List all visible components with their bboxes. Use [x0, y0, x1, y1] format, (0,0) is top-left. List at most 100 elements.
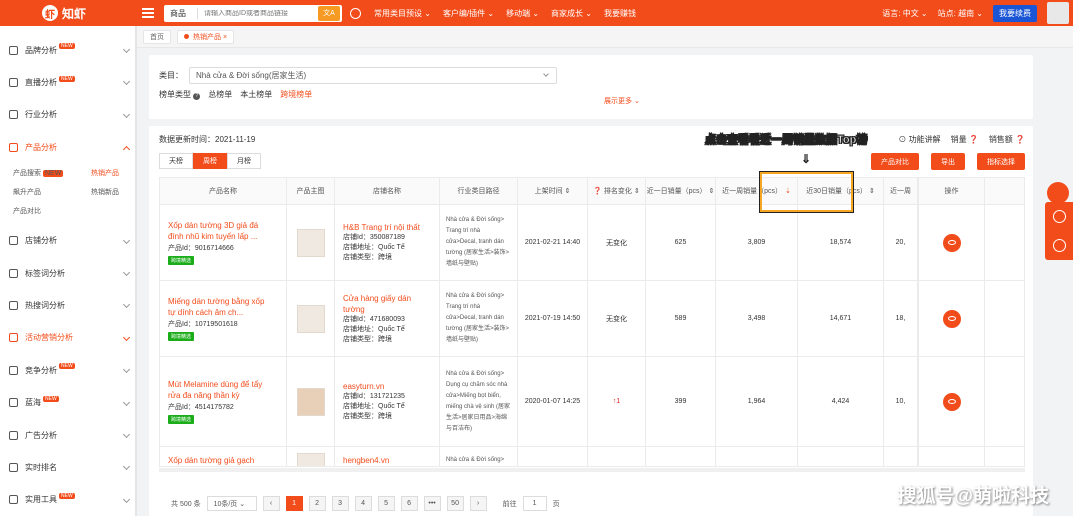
sidebar-item-marketing-analysis[interactable]: 活动营销分析	[0, 322, 137, 354]
sidebar-item-competition[interactable]: 竞争分析 NEW	[0, 354, 137, 386]
view-detail-button[interactable]	[942, 233, 961, 252]
page-button-1[interactable]: 1	[285, 496, 303, 511]
language-select[interactable]: 语言: 中文 ⌄	[882, 8, 927, 19]
period-month[interactable]: 月榜	[227, 153, 261, 169]
submenu-rising-products[interactable]: 飙升产品	[13, 183, 91, 202]
product-title-link[interactable]: Mút Melamine dùng để tẩy rửa đa năng thầ…	[168, 379, 274, 401]
product-title-link[interactable]: Xốp dán tường 3D giả đá đính nhũ kim tuy…	[168, 220, 274, 242]
send-icon[interactable]	[1052, 239, 1066, 252]
new-badge: NEW	[59, 43, 75, 50]
col-day-sales[interactable]: 近一日销量（pcs） ⇕	[646, 178, 716, 204]
nav-client-plugin[interactable]: 客户编/插件 ⌄	[443, 8, 494, 19]
period-day[interactable]: 天榜	[159, 153, 193, 169]
logo[interactable]: 虾 知虾	[0, 0, 120, 26]
sidebar-item-shop-analysis[interactable]: 店铺分析	[0, 225, 137, 257]
renew-button[interactable]: 我要续费	[993, 4, 1037, 22]
tab-home[interactable]: 首页	[143, 29, 171, 44]
results-panel: 数据更新时间：2021-11-19 ⊙ 功能讲解 销量 ❓ 销售额 ❓ 天榜 周…	[149, 126, 1033, 516]
period-week[interactable]: 周榜	[193, 153, 227, 169]
crossborder-tag: 跨境精选	[168, 256, 195, 265]
page-button-4[interactable]: 4	[354, 496, 372, 511]
shop-name-link[interactable]: hengben4.vn	[343, 455, 433, 466]
robot-assistant-icon[interactable]	[1047, 182, 1069, 204]
product-title-link[interactable]: Xốp dán tường giả gạch	[168, 455, 274, 466]
sales-volume-help[interactable]: 销量 ❓	[951, 134, 979, 145]
page-button-6[interactable]: 6	[400, 496, 418, 511]
day-sales: 589	[646, 281, 716, 356]
product-thumbnail[interactable]	[296, 453, 325, 466]
submenu-hot-products[interactable]: 热销产品	[91, 164, 141, 183]
avatar[interactable]	[1047, 2, 1069, 24]
table-horizontal-scrollbar[interactable]	[159, 468, 1025, 472]
sidebar-item-label: 活动营销分析	[25, 333, 73, 343]
goto-page-input[interactable]: 1	[522, 496, 547, 511]
view-detail-button[interactable]	[942, 392, 961, 411]
chevron-down-icon	[122, 268, 131, 276]
col-rank-change[interactable]: ❓ 排名变化 ⇕	[588, 178, 646, 204]
page-size-select[interactable]: 10条/页 ⌄	[206, 496, 257, 511]
sidebar-scrollbar[interactable]	[135, 26, 137, 516]
sidebar-item-tools[interactable]: 实用工具 NEW	[0, 484, 137, 516]
col-listing-time[interactable]: 上架时间 ⇕	[518, 178, 588, 204]
search-icon	[9, 301, 18, 311]
search-input[interactable]	[198, 9, 318, 17]
metric-select-button[interactable]: 指标选择	[977, 153, 1025, 170]
page-button-50[interactable]: 50	[446, 496, 464, 511]
eye-icon	[947, 240, 956, 245]
page-ellipsis[interactable]: •••	[423, 496, 441, 511]
nav-earn-money[interactable]: 我要赚钱	[604, 8, 636, 19]
sidebar-item-tag-analysis[interactable]: 标签词分析	[0, 257, 137, 289]
rank-type-local[interactable]: 本土榜单	[240, 89, 272, 100]
submenu-product-search[interactable]: 产品搜索 NEW	[13, 164, 91, 183]
nav-mobile[interactable]: 移动端 ⌄	[506, 8, 539, 19]
chat-icon[interactable]	[1052, 210, 1066, 223]
shop-address: 店铺地址：Quốc Tế	[343, 403, 405, 410]
page-button-2[interactable]: 2	[308, 496, 326, 511]
next-page-button[interactable]: ›	[469, 496, 487, 511]
submenu-hot-new-products[interactable]: 热销新品	[91, 183, 141, 202]
sidebar-item-live-analysis[interactable]: 直播分析 NEW	[0, 66, 137, 98]
product-table: 产品名称 产品主图 店铺名称 行业类目路径 上架时间 ⇕ ❓ 排名变化 ⇕ 近一…	[159, 177, 1025, 467]
hamburger-menu-icon[interactable]	[142, 8, 154, 18]
show-more-link[interactable]: 展示更多 ⌄	[604, 96, 640, 106]
sidebar-item-industry-analysis[interactable]: 行业分析	[0, 99, 137, 131]
shop-name-link[interactable]: easyturn.vn	[343, 381, 433, 392]
export-button[interactable]: 导出	[931, 153, 965, 170]
page-button-5[interactable]: 5	[377, 496, 395, 511]
translate-button[interactable]: 文A	[318, 5, 340, 21]
search-button[interactable]	[344, 5, 366, 22]
search-category-select[interactable]: 商品	[164, 7, 198, 19]
week-sales-extra: 10,	[884, 357, 918, 446]
col-actions: 操作	[918, 178, 985, 204]
chevron-down-icon	[122, 333, 131, 341]
submenu-product-compare[interactable]: 产品对比	[13, 202, 91, 221]
view-detail-button[interactable]	[942, 309, 961, 328]
nav-category-preset[interactable]: 常用类目预设 ⌄	[374, 8, 431, 19]
compare-button[interactable]: 产品对比	[871, 153, 919, 170]
tools-icon	[9, 495, 18, 505]
sidebar-item-product-analysis[interactable]: 产品分析	[0, 131, 137, 163]
site-select[interactable]: 站点: 越南 ⌄	[938, 8, 983, 19]
col-week-sales-extra[interactable]: 近一周	[884, 178, 918, 204]
sidebar-item-brand-analysis[interactable]: 品牌分析 NEW	[0, 34, 137, 66]
sidebar-item-realtime-rank[interactable]: 实时排名	[0, 451, 137, 483]
listing-time: 2020-01-07 14:25	[518, 357, 588, 446]
rank-type-all[interactable]: 总榜单	[208, 89, 232, 100]
tab-hot-products[interactable]: 热销产品 ×	[177, 29, 235, 44]
sidebar-item-hot-search[interactable]: 热搜词分析	[0, 289, 137, 321]
product-thumbnail[interactable]	[296, 228, 325, 257]
product-thumbnail[interactable]	[296, 387, 325, 416]
product-title-link[interactable]: Miếng dán tường bằng xốp tự dính cách âm…	[168, 296, 274, 318]
category-select[interactable]: Nhà cửa & Đời sống(居家生活)	[189, 67, 557, 84]
prev-page-button[interactable]: ‹	[262, 496, 280, 511]
sidebar-item-blue-ocean[interactable]: 蓝海 NEW	[0, 387, 137, 419]
shop-name-link[interactable]: Cửa hàng giấy dán tường	[343, 293, 433, 315]
sales-amount-help[interactable]: 销售额 ❓	[989, 134, 1025, 145]
shop-name-link[interactable]: H&B Trang trí nội thất	[343, 222, 433, 233]
nav-merchant-growth[interactable]: 商家成长 ⌄	[551, 8, 592, 19]
product-thumbnail[interactable]	[296, 304, 325, 333]
feature-guide-link[interactable]: ⊙ 功能讲解	[898, 134, 940, 145]
rank-type-crossborder[interactable]: 跨境榜单	[280, 89, 312, 100]
page-button-3[interactable]: 3	[331, 496, 349, 511]
sidebar-item-ad-analysis[interactable]: 广告分析	[0, 419, 137, 451]
